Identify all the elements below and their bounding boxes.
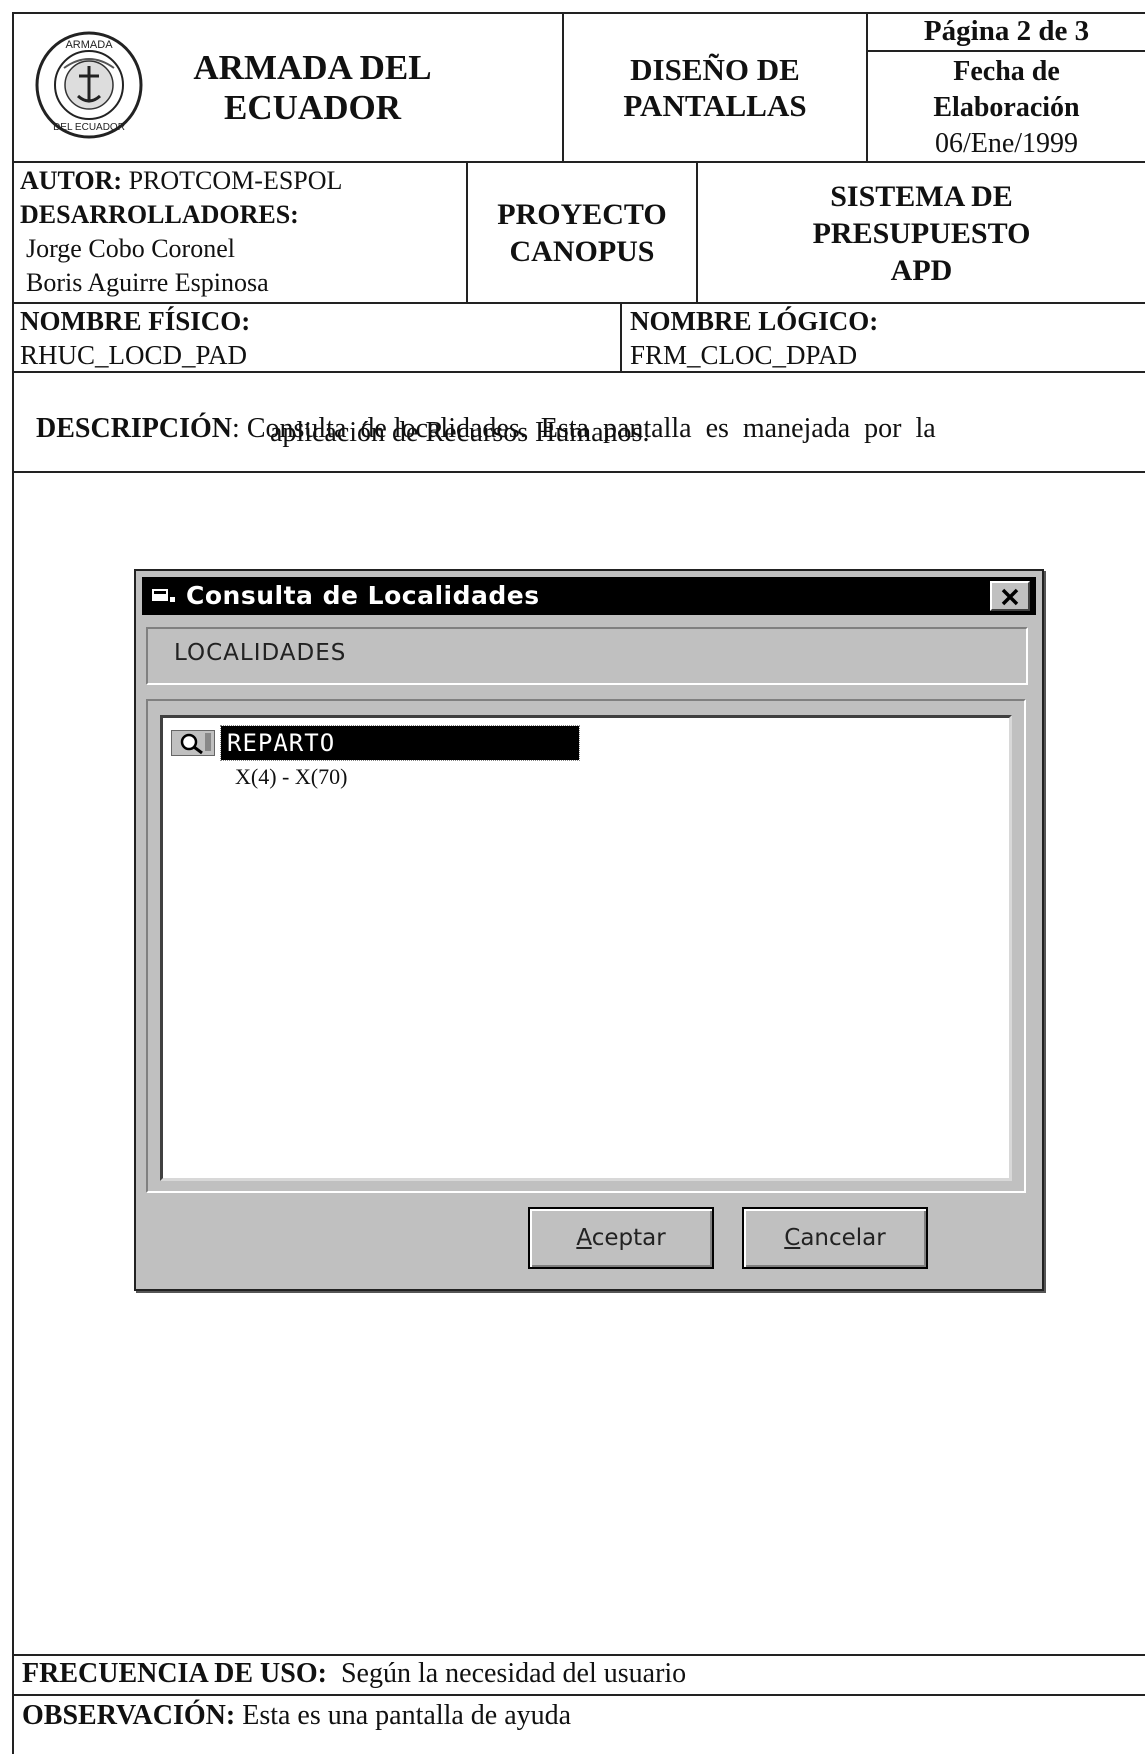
observation-value: Esta es una pantalla de ayuda [242,1700,572,1731]
description-label: DESCRIPCIÓN [36,413,233,444]
window-icon [152,589,175,602]
navy-seal-logo: ARMADA DEL ECUADOR [34,30,144,140]
cancel-button[interactable]: Cancelar [742,1207,928,1269]
consulta-localidades-dialog: Consulta de Localidades LOCALIDADES REPA… [134,569,1044,1291]
system-line2: PRESUPUESTO [812,217,1031,250]
autor-label: AUTOR: [20,166,123,195]
dev1: Jorge Cobo Coronel [26,234,235,263]
close-button[interactable] [990,581,1030,611]
org-name-line2: ECUADOR [224,88,401,127]
project-block: PROYECTO CANOPUS [468,196,696,270]
left-border [12,12,14,1754]
logico-value: FRM_CLOC_DPAD [630,340,858,370]
tree-item-label: REPARTO [220,725,580,761]
localidades-panel-label: LOCALIDADES [174,640,347,666]
date-label-line2: Elaboración [933,92,1080,123]
dialog-title: Consulta de Localidades [186,581,540,610]
system-line3: APD [890,254,953,287]
autor-line: AUTOR: PROTCOM-ESPOL [20,164,464,198]
frequency-line: FRECUENCIA DE USO: Según la necesidad de… [22,1654,1142,1694]
dev-label: DESARROLLADORES: [20,200,299,229]
org-name-line1: ARMADA DEL [193,48,432,87]
dialog-title-bar: Consulta de Localidades [142,577,1036,615]
logico-label: NOMBRE LÓGICO: [630,306,879,336]
date-value: 06/Ene/1999 [934,128,1079,159]
divider-h-page [866,50,1145,52]
frequency-label: FRECUENCIA DE USO: [22,1658,327,1689]
fisico-label: NOMBRE FÍSICO: [20,306,251,336]
doc-type-line2: PANTALLAS [623,88,807,123]
dev2: Boris Aguirre Espinosa [26,268,269,297]
close-icon [1001,588,1019,606]
observation-line: OBSERVACIÓN: Esta es una pantalla de ayu… [22,1696,1142,1736]
logical-name-block: NOMBRE LÓGICO: FRM_CLOC_DPAD [630,304,1145,372]
system-block: SISTEMA DE PRESUPUESTO APD [698,178,1145,289]
description-text-2: aplicación de Recursos Humanos. [270,417,650,448]
localidades-panel: LOCALIDADES [146,627,1028,685]
doc-type: DISEÑO DE PANTALLAS [564,52,866,124]
svg-text:DEL ECUADOR: DEL ECUADOR [53,122,125,133]
date-block: Fecha de Elaboración 06/Ene/1999 [868,54,1145,162]
search-icon [171,730,215,756]
autor-value: PROTCOM-ESPOL [128,166,343,195]
observation-label: OBSERVACIÓN: [22,1700,236,1731]
svg-text:ARMADA: ARMADA [65,39,113,51]
divider-h-4 [12,471,1145,473]
date-label-line1: Fecha de [953,56,1060,87]
accept-label-rest: ceptar [591,1225,666,1251]
org-name: ARMADA DEL ECUADOR [150,48,475,128]
accept-hotkey: A [576,1225,592,1251]
system-line1: SISTEMA DE [830,180,1013,213]
accept-button[interactable]: Aceptar [528,1207,714,1269]
frequency-value: Según la necesidad del usuario [340,1658,687,1689]
project-line2: CANOPUS [509,235,655,268]
cancel-hotkey: C [784,1225,801,1251]
fisico-value: RHUC_LOCD_PAD [20,340,248,370]
doc-type-line1: DISEÑO DE [630,52,800,87]
localidades-tree[interactable]: REPARTO X(4) - X(70) [160,715,1012,1181]
tree-item-format: X(4) - X(70) [235,764,348,789]
authors-block: AUTOR: PROTCOM-ESPOL DESARROLLADORES: Jo… [20,164,464,300]
tree-item-reparto[interactable]: REPARTO [171,725,580,761]
divider-v-names [620,302,622,372]
physical-name-block: NOMBRE FÍSICO: RHUC_LOCD_PAD [20,304,618,372]
project-line1: PROYECTO [497,198,667,231]
cancel-label-rest: ancelar [800,1225,886,1251]
page-label: Página 2 de 3 [923,15,1090,47]
